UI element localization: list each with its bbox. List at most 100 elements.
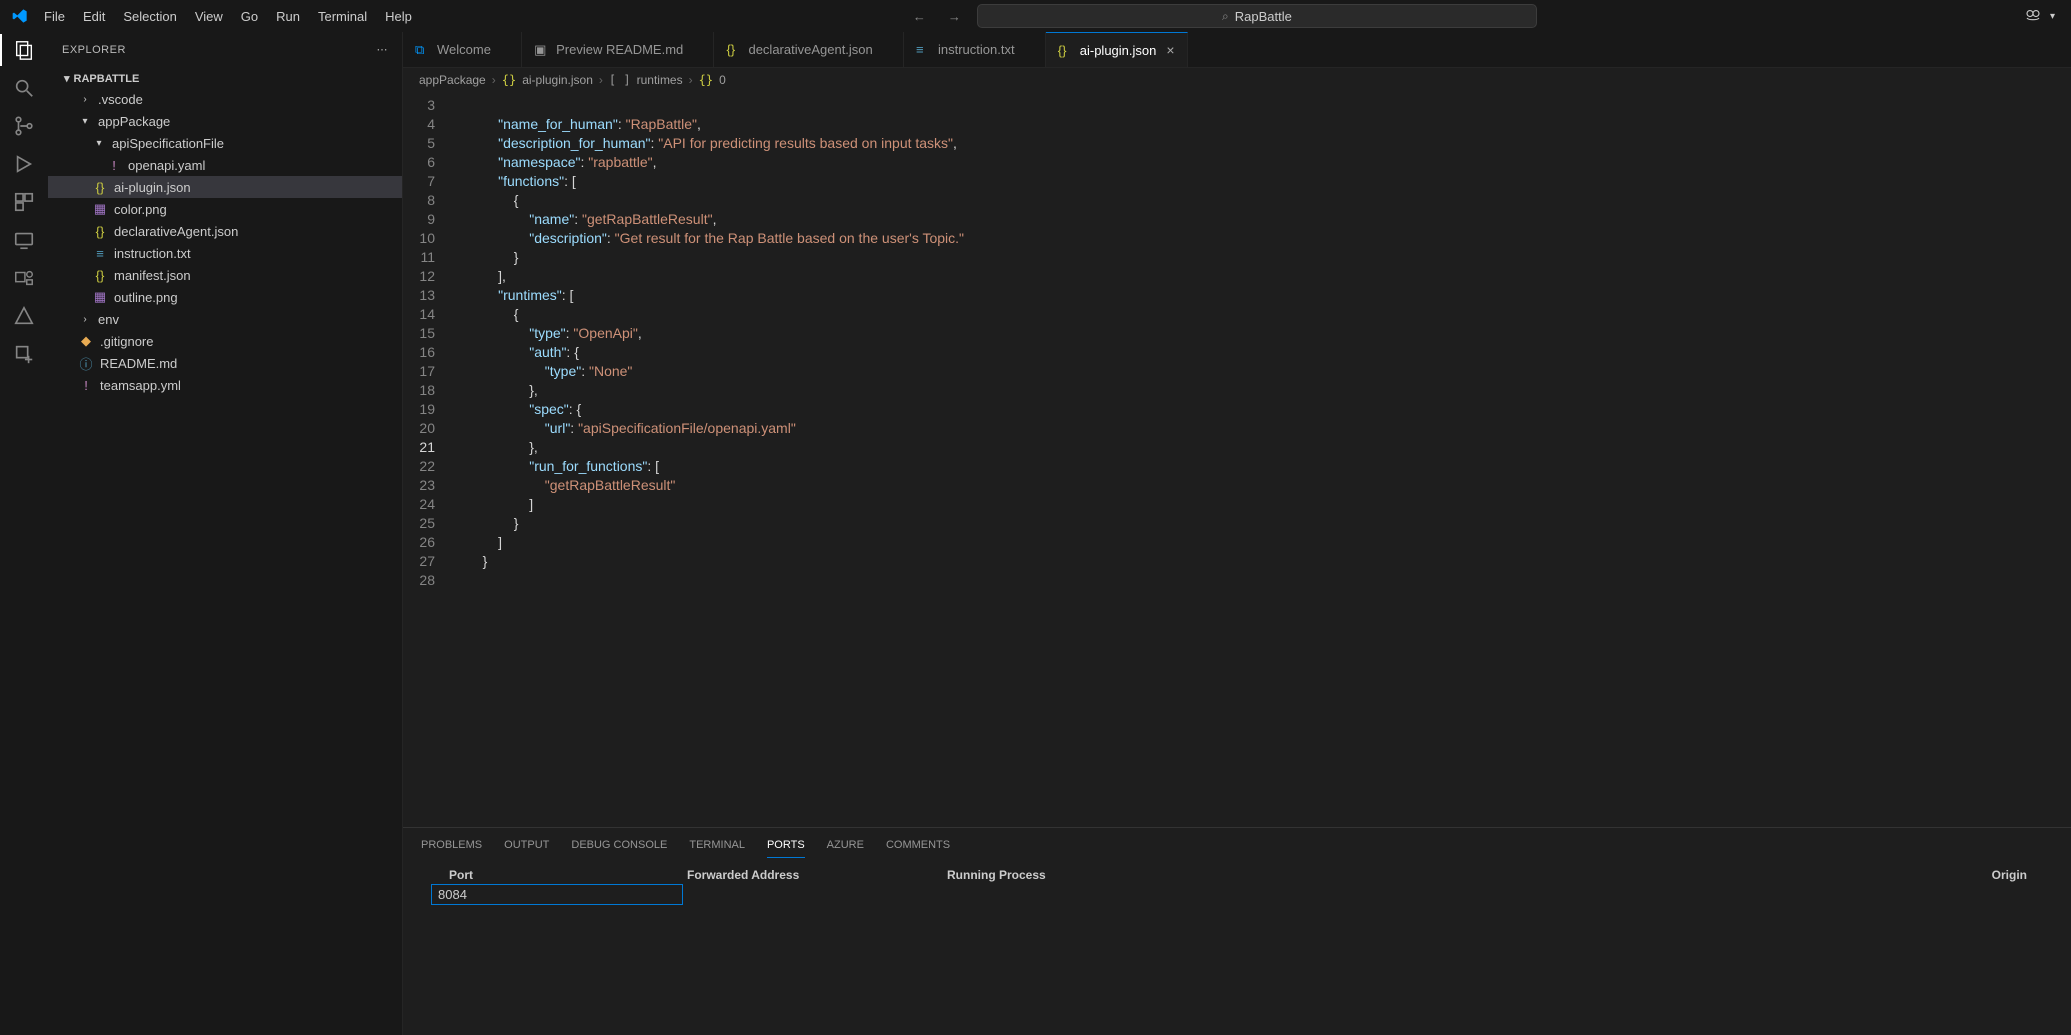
git-icon: ◆ [78, 333, 94, 349]
tab-preview-readme[interactable]: ▣Preview README.md× [522, 32, 714, 67]
activity-add-icon[interactable] [12, 342, 36, 366]
panel-tab-comments[interactable]: COMMENTS [886, 833, 950, 857]
activity-search-icon[interactable] [12, 76, 36, 100]
json-icon: {} [726, 42, 742, 57]
bottom-panel: PROBLEMS OUTPUT DEBUG CONSOLE TERMINAL P… [403, 827, 2071, 1035]
tree-file-declagent[interactable]: {}declarativeAgent.json [48, 220, 402, 242]
ports-panel: Port Forwarded Address Running Process O… [403, 862, 2071, 1035]
activity-run-debug-icon[interactable] [12, 152, 36, 176]
json-icon: {} [1058, 43, 1074, 58]
panel-tab-terminal[interactable]: TERMINAL [689, 833, 745, 857]
breadcrumb-segment[interactable]: 0 [719, 73, 726, 87]
menu-terminal[interactable]: Terminal [310, 5, 375, 28]
tree-file-outline[interactable]: ▦outline.png [48, 286, 402, 308]
activity-remote-icon[interactable] [12, 228, 36, 252]
json-icon: {} [699, 73, 713, 87]
tree-label: appPackage [98, 114, 170, 129]
tree-file-instruction[interactable]: ≡instruction.txt [48, 242, 402, 264]
editor-body[interactable]: 3456789101112131415161718192021222324252… [403, 92, 2071, 827]
tree-label: color.png [114, 202, 167, 217]
tab-instruction[interactable]: ≡instruction.txt× [904, 32, 1046, 67]
panel-tab-ports[interactable]: PORTS [767, 833, 805, 858]
ports-table-header: Port Forwarded Address Running Process O… [427, 862, 2047, 884]
editor-group: ⧉ Welcome × ▣Preview README.md× {} declarat… [403, 32, 2071, 1035]
col-origin-header: Origin [1367, 868, 2047, 882]
port-input[interactable] [431, 884, 683, 905]
panel-tab-azure[interactable]: AZURE [827, 833, 864, 857]
menu-selection[interactable]: Selection [115, 5, 184, 28]
tree-label: teamsapp.yml [100, 378, 181, 393]
tree-label: env [98, 312, 119, 327]
chevron-down-icon[interactable]: ▾ [2050, 11, 2055, 22]
search-text: RapBattle [1235, 9, 1292, 24]
menu-edit[interactable]: Edit [75, 5, 113, 28]
vscode-icon: ⧉ [415, 42, 431, 58]
tree-file-teamsapp[interactable]: ! teamsapp.yml [48, 374, 402, 396]
tree-file-colorpng[interactable]: ▦ color.png [48, 198, 402, 220]
tree-label: apiSpecificationFile [112, 136, 224, 151]
nav-forward-icon[interactable]: → [942, 9, 967, 24]
json-icon: {} [92, 268, 108, 283]
menu-help[interactable]: Help [377, 5, 420, 28]
col-process-header: Running Process [947, 868, 1367, 882]
image-icon: ▦ [92, 201, 108, 217]
image-icon: ▦ [92, 289, 108, 305]
panel-tab-output[interactable]: OUTPUT [504, 833, 549, 857]
close-icon[interactable]: × [1162, 42, 1174, 58]
breadcrumb[interactable]: appPackage› {}ai-plugin.json› [ ]runtime… [403, 68, 2071, 92]
tab-welcome[interactable]: ⧉Welcome× [403, 32, 522, 67]
breadcrumb-segment[interactable]: appPackage [419, 73, 486, 87]
tab-label: Preview README.md [556, 42, 683, 57]
activity-teams-icon[interactable] [12, 266, 36, 290]
tab-ai-plugin[interactable]: {} ai-plugin.json × [1046, 32, 1188, 67]
menu-run[interactable]: Run [268, 5, 308, 28]
tree-label: manifest.json [114, 268, 191, 283]
panel-tab-debug-console[interactable]: DEBUG CONSOLE [571, 833, 667, 857]
tree-label: .vscode [98, 92, 143, 107]
activity-source-control-icon[interactable] [12, 114, 36, 138]
tree-label: .gitignore [100, 334, 153, 349]
tree-file-openapi[interactable]: !openapi.yaml [48, 154, 402, 176]
tree-file-manifest[interactable]: {} manifest.json [48, 264, 402, 286]
activity-explorer-icon[interactable] [12, 38, 36, 62]
breadcrumb-segment[interactable]: ai-plugin.json [522, 73, 593, 87]
command-center-search[interactable]: ⌕ RapBattle [977, 4, 1537, 28]
menu-bar: File Edit Selection View Go Run Terminal… [36, 5, 420, 28]
tree-root[interactable]: ▾RAPBATTLE [48, 69, 402, 88]
tab-declarative-agent[interactable]: {}declarativeAgent.json× [714, 32, 904, 67]
tree-file-readme[interactable]: ⓘREADME.md [48, 352, 402, 374]
copilot-icon[interactable] [2024, 6, 2042, 27]
tab-label: ai-plugin.json [1080, 43, 1157, 58]
tree-folder-vscode[interactable]: ›.vscode [48, 88, 402, 110]
code-content[interactable]: "name_for_human": "RapBattle", "descript… [449, 92, 964, 827]
tree-folder-apppackage[interactable]: ▾appPackage [48, 110, 402, 132]
json-icon: {} [92, 224, 108, 239]
tree-label: openapi.yaml [128, 158, 205, 173]
file-tree: ▾RAPBATTLE ›.vscode ▾appPackage ▾apiSpec… [48, 67, 402, 1035]
tree-folder-env[interactable]: ›env [48, 308, 402, 330]
text-icon: ≡ [92, 246, 108, 261]
panel-tabs: PROBLEMS OUTPUT DEBUG CONSOLE TERMINAL P… [403, 828, 2071, 862]
panel-tab-problems[interactable]: PROBLEMS [421, 833, 482, 857]
yaml-icon: ! [78, 378, 94, 393]
activity-azure-icon[interactable] [12, 304, 36, 328]
json-icon: {} [92, 180, 108, 195]
tab-label: declarativeAgent.json [748, 42, 872, 57]
menu-view[interactable]: View [187, 5, 231, 28]
array-icon: [ ] [609, 73, 631, 87]
more-icon[interactable]: ⋯ [377, 43, 389, 56]
tree-file-gitignore[interactable]: ◆ .gitignore [48, 330, 402, 352]
line-number-gutter: 3456789101112131415161718192021222324252… [403, 92, 449, 827]
tab-label: instruction.txt [938, 42, 1015, 57]
nav-back-icon[interactable]: ← [907, 9, 932, 24]
tree-folder-apispec[interactable]: ▾apiSpecificationFile [48, 132, 402, 154]
menu-go[interactable]: Go [233, 5, 266, 28]
info-icon: ⓘ [78, 354, 94, 373]
menu-file[interactable]: File [36, 5, 73, 28]
sidebar-explorer: EXPLORER ⋯ ▾RAPBATTLE ›.vscode ▾appPacka… [48, 32, 403, 1035]
tree-file-aiplugin[interactable]: {}ai-plugin.json [48, 176, 402, 198]
breadcrumb-segment[interactable]: runtimes [637, 73, 683, 87]
sidebar-title: EXPLORER [62, 44, 126, 56]
tab-label: Welcome [437, 42, 491, 57]
activity-extensions-icon[interactable] [12, 190, 36, 214]
